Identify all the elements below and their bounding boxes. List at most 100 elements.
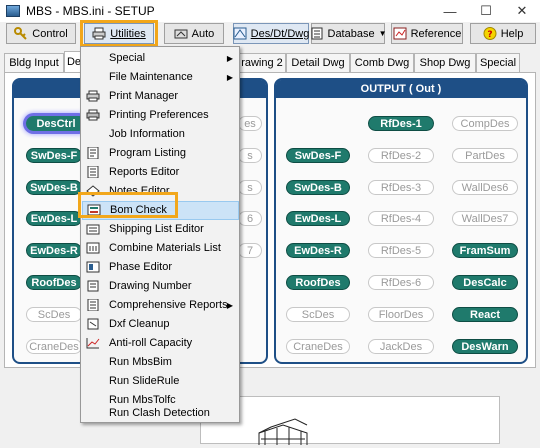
- maximize-button[interactable]: ☐: [468, 0, 504, 22]
- tab-shop-dwg[interactable]: Shop Dwg: [414, 53, 476, 72]
- framsum-button[interactable]: FramSum: [452, 243, 518, 258]
- menu-item-run-mbsbim[interactable]: Run MbsBim: [82, 353, 239, 372]
- ewdes-l-button[interactable]: EwDes-L: [26, 211, 82, 226]
- floordes-button[interactable]: FloorDes: [368, 307, 434, 322]
- help-icon: ?: [483, 27, 497, 40]
- help-button[interactable]: ? Help: [470, 23, 536, 44]
- menu-item-bom-check[interactable]: Bom Check: [82, 201, 239, 220]
- menu-item-print-manager[interactable]: Print Manager: [82, 87, 239, 106]
- chart-icon: [85, 336, 101, 350]
- chevron-down-icon: ▼: [378, 29, 387, 38]
- input-button-2[interactable]: es: [238, 116, 262, 131]
- auto-button[interactable]: Auto: [164, 23, 224, 44]
- utilities-menu: Special ▶ File Maintenance ▶ Print Manag…: [80, 46, 240, 423]
- menu-item-file-maintenance[interactable]: File Maintenance ▶: [82, 68, 239, 87]
- swdes-f-button[interactable]: SwDes-F: [26, 148, 82, 163]
- utilities-button[interactable]: Utilities: [84, 23, 154, 44]
- database-label: Database: [327, 27, 375, 40]
- tab-comb-dwg[interactable]: Comb Dwg: [350, 53, 414, 72]
- app-icon: [6, 5, 20, 17]
- menu-item-phase-editor[interactable]: Phase Editor: [82, 258, 239, 277]
- menu-item-program-listing[interactable]: Program Listing: [82, 144, 239, 163]
- desctrl-button[interactable]: DesCtrl: [26, 116, 86, 131]
- descalc-button[interactable]: DesCalc: [452, 275, 518, 290]
- menu-item-dxf-cleanup[interactable]: Dxf Cleanup: [82, 315, 239, 334]
- out-ewdes-r-button[interactable]: EwDes-R: [286, 243, 350, 258]
- out-scdes-button[interactable]: ScDes: [286, 307, 350, 322]
- control-label: Control: [32, 27, 68, 40]
- control-button[interactable]: Control: [6, 23, 76, 44]
- minimize-button[interactable]: —: [432, 0, 468, 22]
- shipping-icon: [85, 222, 101, 236]
- compdes-button[interactable]: CompDes: [452, 116, 518, 131]
- menu-item-comprehensive-reports[interactable]: Comprehensive Reports ▶: [82, 296, 239, 315]
- deswarn-button[interactable]: DesWarn: [452, 339, 518, 354]
- submenu-arrow-icon: ▶: [226, 300, 233, 310]
- notes-icon: [85, 184, 101, 198]
- des-dt-dwg-button[interactable]: Des/Dt/Dwg: [233, 23, 309, 44]
- menu-item-drawing-number[interactable]: Drawing Number: [82, 277, 239, 296]
- database-icon: [310, 27, 324, 40]
- menu-item-run-clash-detection[interactable]: Run Clash Detection: [82, 404, 239, 423]
- printer-icon: [92, 27, 106, 40]
- walldes6-button[interactable]: WallDes6: [452, 180, 518, 195]
- rfdes-1-button[interactable]: RfDes-1: [368, 116, 434, 131]
- tab-special[interactable]: Special: [476, 53, 520, 72]
- combine-icon: [85, 241, 101, 255]
- building-wireframe-icon: [258, 418, 308, 445]
- out-swdes-b-button[interactable]: SwDes-B: [286, 180, 350, 195]
- menu-item-run-sliderule[interactable]: Run SlideRule: [82, 372, 239, 391]
- input-button-10[interactable]: 7: [238, 243, 262, 258]
- roofdes-button[interactable]: RoofDes: [26, 275, 82, 290]
- ewdes-r-button[interactable]: EwDes-R: [26, 243, 82, 258]
- drawing-icon: [233, 27, 247, 40]
- printer-settings-icon: [85, 108, 101, 122]
- scdes-button[interactable]: ScDes: [26, 307, 82, 322]
- menu-item-shipping-list-editor[interactable]: Shipping List Editor: [82, 220, 239, 239]
- menu-item-notes-editor[interactable]: Notes Editor: [82, 182, 239, 201]
- auto-label: Auto: [191, 27, 215, 40]
- rfdes-4-button[interactable]: RfDes-4: [368, 211, 434, 226]
- react-button[interactable]: React: [452, 307, 518, 322]
- rfdes-2-button[interactable]: RfDes-2: [368, 148, 434, 163]
- tab-bldg-input[interactable]: Bldg Input: [4, 53, 64, 72]
- tab-drawing-2[interactable]: rawing 2: [238, 53, 286, 72]
- menu-item-reports-editor[interactable]: Reports Editor: [82, 163, 239, 182]
- dxf-icon: [85, 317, 101, 331]
- partdes-button[interactable]: PartDes: [452, 148, 518, 163]
- svg-text:?: ?: [487, 30, 492, 40]
- comprehensive-icon: [85, 298, 101, 312]
- menu-item-job-information[interactable]: Job Information: [82, 125, 239, 144]
- rfdes-3-button[interactable]: RfDes-3: [368, 180, 434, 195]
- reference-label: Reference: [410, 27, 462, 40]
- walldes7-button[interactable]: WallDes7: [452, 211, 518, 226]
- menu-item-combine-materials-list[interactable]: Combine Materials List: [82, 239, 239, 258]
- menu-item-anti-roll-capacity[interactable]: Anti-roll Capacity: [82, 334, 239, 353]
- input-button-4[interactable]: s: [238, 148, 262, 163]
- tab-detail-dwg[interactable]: Detail Dwg: [286, 53, 350, 72]
- cranedes-button[interactable]: CraneDes: [26, 339, 82, 354]
- submenu-arrow-icon: ▶: [226, 72, 233, 82]
- jackdes-button[interactable]: JackDes: [368, 339, 434, 354]
- menu-item-special[interactable]: Special ▶: [82, 49, 239, 68]
- drawing-number-icon: [85, 279, 101, 293]
- rfdes-6-button[interactable]: RfDes-6: [368, 275, 434, 290]
- out-swdes-f-button[interactable]: SwDes-F: [286, 148, 350, 163]
- rfdes-5-button[interactable]: RfDes-5: [368, 243, 434, 258]
- submenu-arrow-icon: ▶: [226, 53, 233, 63]
- out-ewdes-l-button[interactable]: EwDes-L: [286, 211, 350, 226]
- input-button-8[interactable]: 6: [238, 211, 262, 226]
- help-label: Help: [500, 27, 524, 40]
- toolbar: Control Utilities Auto Des/Dt/Dwg Databa…: [0, 22, 540, 46]
- out-cranedes-button[interactable]: CraneDes: [286, 339, 350, 354]
- reference-button[interactable]: Reference: [391, 23, 463, 44]
- database-button[interactable]: Database ▼: [310, 23, 387, 44]
- out-roofdes-button[interactable]: RoofDes: [286, 275, 350, 290]
- input-button-6[interactable]: s: [238, 180, 262, 195]
- menu-item-printing-preferences[interactable]: Printing Preferences: [82, 106, 239, 125]
- reference-icon: [393, 27, 407, 40]
- report-icon: [85, 165, 101, 179]
- printer-icon: [85, 89, 101, 103]
- close-button[interactable]: ✕: [504, 0, 540, 22]
- swdes-b-button[interactable]: SwDes-B: [26, 180, 82, 195]
